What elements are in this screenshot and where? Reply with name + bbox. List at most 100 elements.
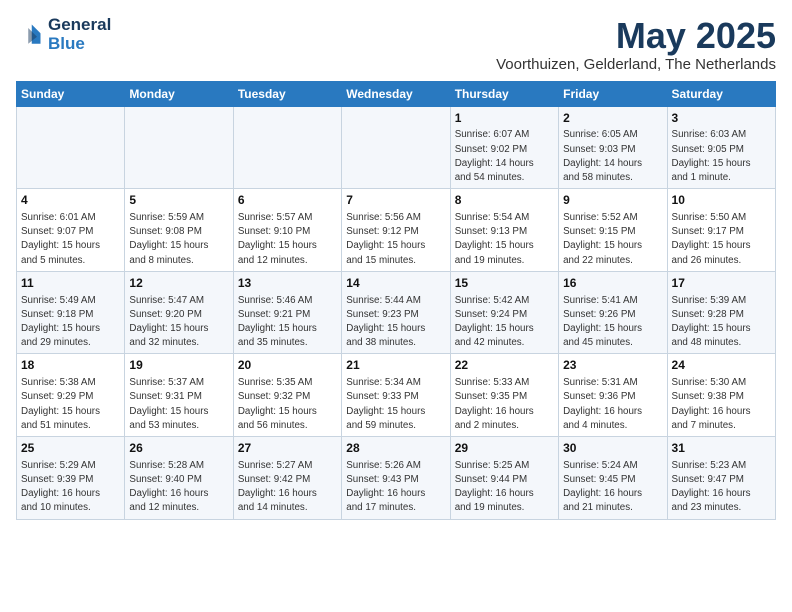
calendar-cell: 12 Sunrise: 5:47 AM Sunset: 9:20 PM Dayli…: [125, 271, 233, 354]
day-info: Sunrise: 5:50 AM Sunset: 9:17 PM Dayligh…: [672, 211, 771, 268]
calendar-cell: 5Sunrise: 5:59 AM Sunset: 9:08 PM Daylig…: [125, 189, 233, 272]
day-number: 2: [563, 110, 662, 127]
day-number: 8: [455, 192, 554, 209]
day-number: 1: [455, 110, 554, 127]
calendar-week-row: 4Sunrise: 6:01 AM Sunset: 9:07 PM Daylig…: [17, 189, 776, 272]
day-number: 18: [21, 357, 120, 374]
logo: General Blue: [16, 16, 111, 53]
day-info: Sunrise: 5:44 AM Sunset: 9:23 PM Dayligh…: [346, 294, 445, 351]
calendar-cell: 27Sunrise: 5:27 AM Sunset: 9:42 PM Dayli…: [233, 437, 341, 520]
day-number: 7: [346, 192, 445, 209]
calendar-cell: 21Sunrise: 5:34 AM Sunset: 9:33 PM Dayli…: [342, 354, 450, 437]
calendar-cell: 23 Sunrise: 5:31 AM Sunset: 9:36 PM Dayli…: [559, 354, 667, 437]
calendar-cell: 26 Sunrise: 5:28 AM Sunset: 9:40 PM Dayli…: [125, 437, 233, 520]
weekday-header-row: SundayMondayTuesdayWednesdayThursdayFrid…: [17, 81, 776, 106]
calendar-cell: 19 Sunrise: 5:37 AM Sunset: 9:31 PM Dayli…: [125, 354, 233, 437]
day-info: Sunrise: 5:54 AM Sunset: 9:13 PM Dayligh…: [455, 211, 554, 268]
day-info: Sunrise: 5:30 AM Sunset: 9:38 PM Dayligh…: [672, 376, 771, 433]
day-number: 27: [238, 440, 337, 457]
calendar-cell: 2Sunrise: 6:05 AM Sunset: 9:03 PM Daylig…: [559, 106, 667, 189]
calendar-cell: 24 Sunrise: 5:30 AM Sunset: 9:38 PM Dayli…: [667, 354, 775, 437]
weekday-header-saturday: Saturday: [667, 81, 775, 106]
calendar-cell: 16 Sunrise: 5:41 AM Sunset: 9:26 PM Dayli…: [559, 271, 667, 354]
day-info: Sunrise: 5:31 AM Sunset: 9:36 PM Dayligh…: [563, 376, 662, 433]
calendar-cell: 7Sunrise: 5:56 AM Sunset: 9:12 PM Daylig…: [342, 189, 450, 272]
day-number: 10: [672, 192, 771, 209]
day-number: 26: [129, 440, 228, 457]
day-number: 28: [346, 440, 445, 457]
day-number: 23: [563, 357, 662, 374]
day-info: Sunrise: 5:35 AM Sunset: 9:32 PM Dayligh…: [238, 376, 337, 433]
weekday-header-thursday: Thursday: [450, 81, 558, 106]
day-info: Sunrise: 5:24 AM Sunset: 9:45 PM Dayligh…: [563, 459, 662, 516]
day-number: 25: [21, 440, 120, 457]
day-number: 30: [563, 440, 662, 457]
calendar-cell: 10 Sunrise: 5:50 AM Sunset: 9:17 PM Dayli…: [667, 189, 775, 272]
calendar-cell: 31 Sunrise: 5:23 AM Sunset: 9:47 PM Dayli…: [667, 437, 775, 520]
weekday-header-sunday: Sunday: [17, 81, 125, 106]
calendar-cell: 14 Sunrise: 5:44 AM Sunset: 9:23 PM Dayli…: [342, 271, 450, 354]
logo-text-bottom: Blue: [48, 35, 111, 54]
day-info: Sunrise: 5:42 AM Sunset: 9:24 PM Dayligh…: [455, 294, 554, 351]
calendar-cell: 15 Sunrise: 5:42 AM Sunset: 9:24 PM Dayli…: [450, 271, 558, 354]
calendar-cell: 4Sunrise: 6:01 AM Sunset: 9:07 PM Daylig…: [17, 189, 125, 272]
day-info: Sunrise: 5:26 AM Sunset: 9:43 PM Dayligh…: [346, 459, 445, 516]
day-number: 20: [238, 357, 337, 374]
day-info: Sunrise: 6:03 AM Sunset: 9:05 PM Dayligh…: [672, 128, 771, 185]
calendar-cell: [17, 106, 125, 189]
day-info: Sunrise: 5:46 AM Sunset: 9:21 PM Dayligh…: [238, 294, 337, 351]
weekday-header-tuesday: Tuesday: [233, 81, 341, 106]
calendar-cell: 3Sunrise: 6:03 AM Sunset: 9:05 PM Daylig…: [667, 106, 775, 189]
calendar-cell: [233, 106, 341, 189]
day-number: 6: [238, 192, 337, 209]
day-info: Sunrise: 5:29 AM Sunset: 9:39 PM Dayligh…: [21, 459, 120, 516]
weekday-header-friday: Friday: [559, 81, 667, 106]
day-number: 22: [455, 357, 554, 374]
title-block: May 2025 Voorthuizen, Gelderland, The Ne…: [496, 16, 776, 73]
calendar-week-row: 18 Sunrise: 5:38 AM Sunset: 9:29 PM Dayli…: [17, 354, 776, 437]
day-number: 31: [672, 440, 771, 457]
calendar-table: SundayMondayTuesdayWednesdayThursdayFrid…: [16, 81, 776, 520]
calendar-cell: 1Sunrise: 6:07 AM Sunset: 9:02 PM Daylig…: [450, 106, 558, 189]
day-info: Sunrise: 5:39 AM Sunset: 9:28 PM Dayligh…: [672, 294, 771, 351]
day-info: Sunrise: 5:38 AM Sunset: 9:29 PM Dayligh…: [21, 376, 120, 433]
calendar-cell: 8 Sunrise: 5:54 AM Sunset: 9:13 PM Daylig…: [450, 189, 558, 272]
calendar-cell: 30 Sunrise: 5:24 AM Sunset: 9:45 PM Dayli…: [559, 437, 667, 520]
day-number: 13: [238, 275, 337, 292]
day-number: 21: [346, 357, 445, 374]
day-number: 15: [455, 275, 554, 292]
day-info: Sunrise: 6:05 AM Sunset: 9:03 PM Dayligh…: [563, 128, 662, 185]
calendar-week-row: 11Sunrise: 5:49 AM Sunset: 9:18 PM Dayli…: [17, 271, 776, 354]
day-info: Sunrise: 5:23 AM Sunset: 9:47 PM Dayligh…: [672, 459, 771, 516]
day-number: 14: [346, 275, 445, 292]
day-info: Sunrise: 5:59 AM Sunset: 9:08 PM Dayligh…: [129, 211, 228, 268]
day-info: Sunrise: 5:57 AM Sunset: 9:10 PM Dayligh…: [238, 211, 337, 268]
weekday-header-monday: Monday: [125, 81, 233, 106]
day-number: 19: [129, 357, 228, 374]
day-info: Sunrise: 5:49 AM Sunset: 9:18 PM Dayligh…: [21, 294, 120, 351]
logo-icon: [16, 21, 44, 49]
location-subtitle: Voorthuizen, Gelderland, The Netherlands: [496, 56, 776, 73]
day-number: 9: [563, 192, 662, 209]
day-number: 24: [672, 357, 771, 374]
day-info: Sunrise: 5:47 AM Sunset: 9:20 PM Dayligh…: [129, 294, 228, 351]
calendar-week-row: 1Sunrise: 6:07 AM Sunset: 9:02 PM Daylig…: [17, 106, 776, 189]
calendar-cell: 29Sunrise: 5:25 AM Sunset: 9:44 PM Dayli…: [450, 437, 558, 520]
day-info: Sunrise: 5:41 AM Sunset: 9:26 PM Dayligh…: [563, 294, 662, 351]
day-number: 3: [672, 110, 771, 127]
day-number: 12: [129, 275, 228, 292]
day-info: Sunrise: 5:25 AM Sunset: 9:44 PM Dayligh…: [455, 459, 554, 516]
calendar-cell: 13 Sunrise: 5:46 AM Sunset: 9:21 PM Dayli…: [233, 271, 341, 354]
calendar-cell: [125, 106, 233, 189]
day-number: 16: [563, 275, 662, 292]
weekday-header-wednesday: Wednesday: [342, 81, 450, 106]
day-info: Sunrise: 5:52 AM Sunset: 9:15 PM Dayligh…: [563, 211, 662, 268]
day-info: Sunrise: 5:37 AM Sunset: 9:31 PM Dayligh…: [129, 376, 228, 433]
day-number: 17: [672, 275, 771, 292]
calendar-cell: 22 Sunrise: 5:33 AM Sunset: 9:35 PM Dayli…: [450, 354, 558, 437]
day-info: Sunrise: 6:07 AM Sunset: 9:02 PM Dayligh…: [455, 128, 554, 185]
calendar-cell: 28 Sunrise: 5:26 AM Sunset: 9:43 PM Dayli…: [342, 437, 450, 520]
day-info: Sunrise: 5:33 AM Sunset: 9:35 PM Dayligh…: [455, 376, 554, 433]
day-info: Sunrise: 6:01 AM Sunset: 9:07 PM Dayligh…: [21, 211, 120, 268]
day-info: Sunrise: 5:28 AM Sunset: 9:40 PM Dayligh…: [129, 459, 228, 516]
